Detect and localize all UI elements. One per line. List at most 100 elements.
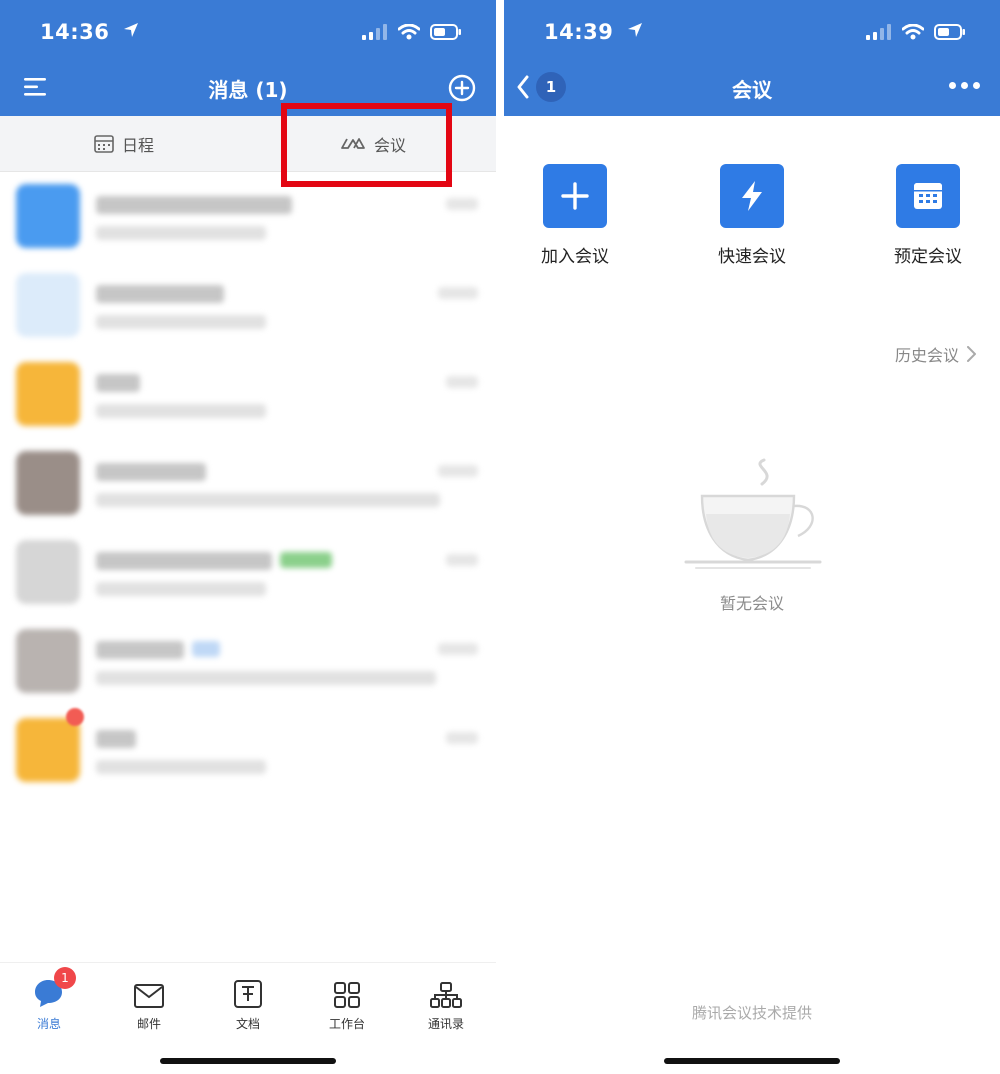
status-time-text: 14:39 (544, 20, 614, 44)
avatar (16, 273, 80, 337)
messages-screen: 14:36 消息 (1) 日程 会议 1 消息 邮件 文档 工作台 通讯录 (0, 0, 496, 1074)
battery-icon (430, 24, 461, 40)
battery-icon (934, 24, 965, 40)
message-time (446, 554, 478, 566)
org-chart-icon (430, 982, 462, 1008)
avatar (16, 362, 80, 426)
calendar-icon (94, 135, 114, 153)
message-preview (96, 404, 266, 418)
home-indicator (664, 1058, 840, 1064)
message-row[interactable] (0, 706, 496, 795)
message-preview (96, 493, 440, 507)
avatar (16, 540, 80, 604)
calendar-grid-icon (914, 183, 942, 209)
signal-icon (866, 24, 891, 40)
tabbar-workbench[interactable]: 工作台 (307, 971, 387, 1032)
highlight-box (281, 103, 452, 187)
quick-meeting-action[interactable]: 快速会议 (692, 164, 812, 267)
schedule-meeting-button[interactable] (896, 164, 960, 228)
message-title (96, 730, 136, 748)
message-preview (96, 315, 266, 329)
tabbar-docs[interactable]: 文档 (208, 971, 288, 1032)
coffee-cup-icon (684, 458, 822, 569)
location-arrow-icon (628, 23, 643, 37)
tabbar-messages[interactable]: 1 消息 (9, 967, 89, 1032)
tabbar-contacts[interactable]: 通讯录 (406, 971, 486, 1032)
join-meeting-label: 加入会议 (541, 247, 609, 267)
message-title (96, 374, 140, 392)
tabbar-contacts-label: 通讯录 (427, 1017, 464, 1031)
home-indicator (160, 1058, 336, 1064)
quick-meeting-button[interactable] (720, 164, 784, 228)
tabbar-mail[interactable]: 邮件 (109, 971, 189, 1032)
message-time (446, 376, 478, 388)
powered-by-text: 腾讯会议技术提供 (691, 1004, 812, 1022)
history-meetings-label: 历史会议 (894, 346, 959, 365)
join-meeting-button[interactable] (543, 164, 607, 228)
tabbar-docs-label: 文档 (235, 1017, 260, 1031)
wifi-icon (902, 24, 924, 40)
avatar (16, 451, 80, 515)
message-time (446, 198, 478, 210)
message-row[interactable] (0, 439, 496, 528)
tabbar-workbench-label: 工作台 (328, 1017, 365, 1031)
message-preview (96, 226, 266, 240)
status-icons (362, 24, 462, 40)
tabbar-mail-label: 邮件 (136, 1017, 161, 1031)
location-arrow-icon (124, 23, 139, 37)
message-time (438, 465, 478, 477)
status-time-text: 14:36 (40, 20, 110, 44)
status-time: 14:39 (544, 20, 643, 44)
tabbar-messages-label: 消息 (36, 1017, 61, 1031)
more-dots-icon[interactable] (949, 82, 980, 89)
message-title (96, 641, 184, 659)
message-time (438, 643, 478, 655)
message-title (96, 196, 292, 214)
tab-schedule[interactable]: 日程 (94, 116, 154, 172)
message-list (0, 172, 496, 795)
wifi-icon (398, 24, 420, 40)
lightning-icon (742, 181, 762, 211)
page-title: 会议 (732, 78, 772, 102)
avatar (16, 629, 80, 693)
page-title: 消息 (1) (208, 78, 288, 102)
avatar (16, 184, 80, 248)
avatar (16, 718, 80, 782)
empty-state-text: 暂无会议 (719, 594, 784, 613)
quick-meeting-label: 快速会议 (718, 247, 786, 267)
screen-divider (496, 0, 504, 1074)
message-row[interactable] (0, 350, 496, 439)
unread-badge (66, 708, 84, 726)
plus-circle-icon[interactable] (448, 74, 476, 102)
history-meetings-link[interactable]: 历史会议 (895, 342, 976, 366)
message-time (438, 287, 478, 299)
message-tag (192, 641, 220, 657)
message-row[interactable] (0, 617, 496, 706)
top-bar: 14:39 1 会议 (504, 0, 1000, 116)
message-time (446, 732, 478, 744)
message-title (96, 552, 272, 570)
mail-icon (134, 984, 164, 1008)
status-time: 14:36 (40, 20, 139, 44)
message-preview (96, 582, 266, 596)
grid-icon (334, 982, 360, 1008)
message-preview (96, 760, 266, 774)
schedule-meeting-label: 预定会议 (894, 247, 962, 267)
bottom-tab-bar: 1 消息 邮件 文档 工作台 通讯录 (0, 962, 496, 1074)
top-bar: 14:36 消息 (1) (0, 0, 496, 116)
schedule-meeting-action[interactable]: 预定会议 (868, 164, 988, 267)
message-row[interactable] (0, 261, 496, 350)
message-tag (280, 552, 332, 568)
plus-icon (561, 182, 589, 210)
message-row[interactable] (0, 528, 496, 617)
chevron-right-icon (967, 346, 976, 362)
messages-badge: 1 (54, 967, 76, 989)
status-icons (866, 24, 966, 40)
signal-icon (362, 24, 387, 40)
message-preview (96, 671, 436, 685)
message-title (96, 285, 224, 303)
join-meeting-action[interactable]: 加入会议 (515, 164, 635, 267)
meeting-screen: 14:39 1 会议 加入会议 快速会议 预定会议 历史会议 暂无会议 腾讯会议… (504, 0, 1000, 1074)
message-title (96, 463, 206, 481)
tab-schedule-label: 日程 (122, 136, 155, 155)
